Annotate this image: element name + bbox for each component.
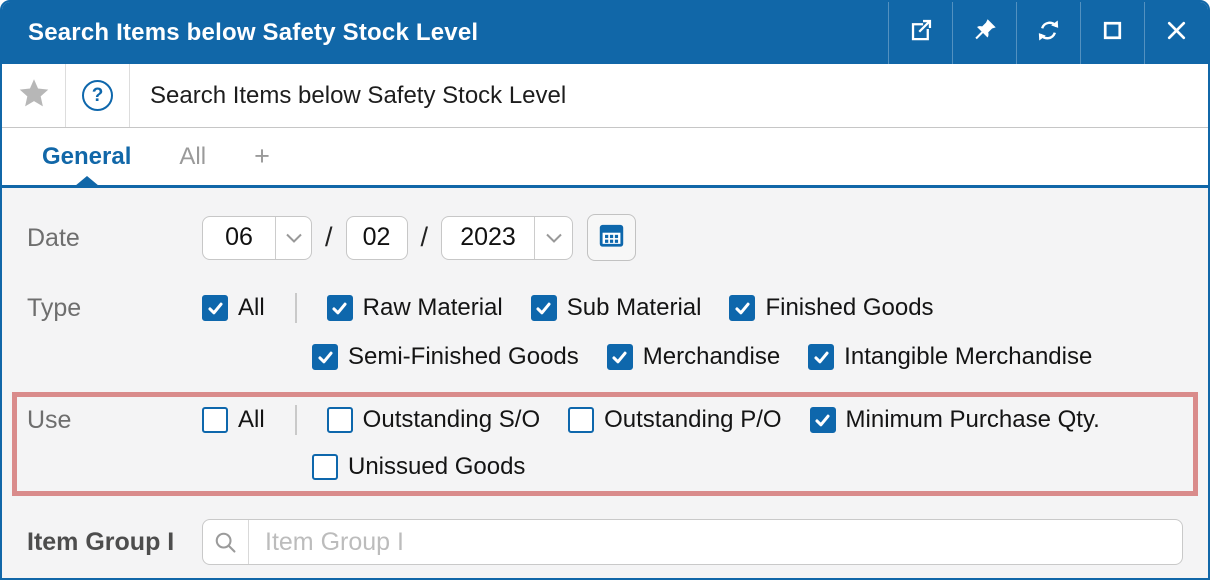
checkbox-icon [531, 295, 557, 321]
checkbox-icon [729, 295, 755, 321]
type-label: Type [27, 293, 202, 323]
tab-add-button[interactable]: + [254, 141, 270, 172]
use-row: Use All [27, 405, 1193, 481]
form-area: Date 06 / / 2023 [2, 188, 1208, 578]
open-in-new-window-button[interactable] [888, 2, 952, 64]
checkbox-minimum-purchase-qty[interactable]: Minimum Purchase Qty. [810, 406, 1100, 434]
item-group-search-field [202, 519, 1183, 565]
checkbox-icon [327, 295, 353, 321]
page-title: Search Items below Safety Stock Level [130, 64, 566, 127]
checkbox-outstanding-po[interactable]: Outstanding P/O [568, 406, 781, 434]
date-year-select[interactable]: 2023 [441, 216, 573, 260]
date-label: Date [27, 223, 202, 253]
date-month-select[interactable]: 06 [202, 216, 312, 260]
pin-icon [971, 17, 998, 49]
type-checkbox-group: All Raw Material Sub Material [202, 293, 1092, 371]
checkbox-icon [810, 407, 836, 433]
close-icon [1163, 17, 1190, 49]
item-group-input[interactable] [249, 520, 1182, 564]
date-separator: / [421, 222, 429, 253]
tab-general[interactable]: General [42, 143, 131, 171]
checkbox-finished-goods[interactable]: Finished Goods [729, 294, 933, 322]
use-line-1: All Outstanding S/O [202, 405, 1100, 435]
checkbox-sub-material[interactable]: Sub Material [531, 294, 702, 322]
type-line-1: All Raw Material Sub Material [202, 293, 1092, 323]
checkbox-icon [808, 344, 834, 370]
help-button[interactable]: ? [66, 64, 130, 127]
maximize-icon [1099, 17, 1126, 49]
checkbox-icon [312, 344, 338, 370]
use-label: Use [27, 405, 202, 435]
use-highlight-box: Use All [12, 392, 1198, 496]
calendar-picker-button[interactable] [587, 214, 636, 261]
item-group-label: Item Group I [27, 527, 202, 557]
type-row: Type All Raw Material [27, 293, 1183, 371]
checkbox-icon [202, 407, 228, 433]
search-icon[interactable] [203, 520, 249, 564]
type-line-2: Semi-Finished Goods Merchandise Intangib… [312, 343, 1092, 371]
chevron-down-icon [275, 217, 311, 259]
titlebar: Search Items below Safety Stock Level [2, 2, 1208, 64]
calendar-icon [597, 221, 626, 255]
date-month-value: 06 [203, 217, 275, 259]
tab-all[interactable]: All [179, 143, 206, 171]
item-group-row: Item Group I [27, 519, 1183, 565]
refresh-button[interactable] [1016, 2, 1080, 64]
checkbox-semi-finished-goods[interactable]: Semi-Finished Goods [312, 343, 579, 371]
checkbox-raw-material[interactable]: Raw Material [327, 294, 503, 322]
maximize-button[interactable] [1080, 2, 1144, 64]
checkbox-type-all[interactable]: All [202, 294, 265, 322]
use-checkbox-group: All Outstanding S/O [202, 405, 1100, 481]
checkbox-outstanding-so[interactable]: Outstanding S/O [327, 406, 540, 434]
favorite-button[interactable] [2, 64, 66, 127]
date-row: Date 06 / / 2023 [27, 214, 1183, 261]
date-day-input[interactable] [346, 216, 408, 260]
star-icon [17, 77, 51, 114]
checkbox-use-all[interactable]: All [202, 406, 265, 434]
close-button[interactable] [1144, 2, 1208, 64]
help-question-icon: ? [82, 80, 113, 111]
use-line-2: Unissued Goods [312, 453, 1100, 481]
pin-button[interactable] [952, 2, 1016, 64]
chevron-down-icon [534, 217, 572, 259]
date-year-value: 2023 [442, 217, 534, 259]
checkbox-icon [202, 295, 228, 321]
checkbox-merchandise[interactable]: Merchandise [607, 343, 780, 371]
date-controls: 06 / / 2023 [202, 214, 636, 261]
divider [295, 405, 297, 435]
checkbox-icon [568, 407, 594, 433]
checkbox-unissued-goods[interactable]: Unissued Goods [312, 453, 525, 481]
window-title: Search Items below Safety Stock Level [2, 2, 888, 64]
date-separator: / [325, 222, 333, 253]
divider [295, 293, 297, 323]
tab-bar: General All + [2, 128, 1208, 188]
dialog-window: Search Items below Safety Stock Level [0, 0, 1210, 580]
refresh-icon [1035, 17, 1062, 49]
checkbox-intangible-merchandise[interactable]: Intangible Merchandise [808, 343, 1092, 371]
checkbox-icon [607, 344, 633, 370]
checkbox-icon [327, 407, 353, 433]
open-in-new-window-icon [907, 17, 934, 49]
toolbar: ? Search Items below Safety Stock Level [2, 64, 1208, 128]
checkbox-icon [312, 454, 338, 480]
